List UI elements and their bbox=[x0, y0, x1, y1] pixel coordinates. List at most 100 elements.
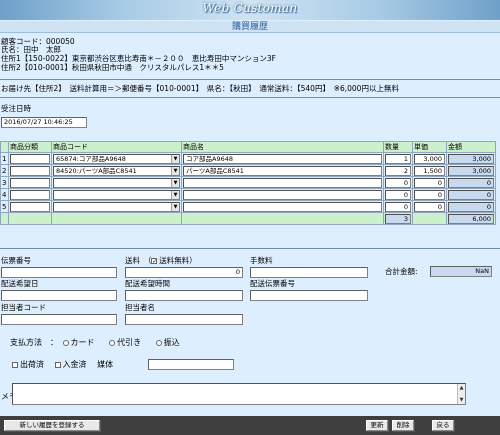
header-category: 商品分類 bbox=[8, 141, 52, 153]
table-row: 4 ▼ 0 0 0 bbox=[0, 188, 496, 201]
product-name-input[interactable] bbox=[183, 201, 382, 212]
chevron-down-icon[interactable]: ▼ bbox=[171, 202, 179, 211]
staff-code-input[interactable] bbox=[1, 314, 117, 325]
memo-scrollbar[interactable]: ▲ ▼ bbox=[457, 384, 465, 404]
slip-no-label: 伝票番号 bbox=[1, 256, 31, 265]
staff-code-label: 担当者コード bbox=[1, 303, 46, 312]
header-code: 商品コード bbox=[51, 141, 182, 153]
table-totals-row: 3 6,000 bbox=[0, 212, 496, 225]
divider bbox=[0, 248, 500, 249]
category-input[interactable] bbox=[10, 201, 50, 212]
memo-textarea[interactable]: ▲ ▼ bbox=[12, 383, 466, 405]
customer-name: 氏名：田中 太郎 bbox=[1, 45, 61, 54]
delivery-info: お届け先【住所2】 送料計算用＝＞郵便番号【010-0001】 県名：【秋田】 … bbox=[1, 84, 399, 93]
page-title-bar: 購買履歴 bbox=[0, 21, 500, 33]
header-name: 商品名 bbox=[181, 141, 384, 153]
shipping-label: 送料 （✓ 送料無料） bbox=[125, 256, 197, 265]
amount-value: 3,000 bbox=[448, 165, 494, 176]
header-price: 単価 bbox=[412, 141, 447, 153]
product-table: 商品分類 商品コード 商品名 数量 単価 金額 1 65874:コア部品A964… bbox=[0, 141, 496, 225]
shipping-input[interactable]: 0 bbox=[125, 267, 243, 278]
category-input[interactable] bbox=[10, 165, 50, 176]
payment-transfer-radio[interactable] bbox=[155, 339, 162, 346]
customer-address-2: 住所2【010-0001】秋田県秋田市中通 クリスタルパレス1＊＊5 bbox=[1, 63, 224, 72]
product-code-select[interactable]: 84520:パーツA部品C8541 ▼ bbox=[53, 165, 180, 176]
app-banner: Web Customan bbox=[0, 0, 500, 20]
table-header: 商品分類 商品コード 商品名 数量 単価 金額 bbox=[0, 141, 496, 153]
app-title: Web Customan bbox=[202, 1, 298, 15]
page-title: 購買履歴 bbox=[231, 22, 268, 32]
total-qty: 3 bbox=[385, 213, 411, 224]
fee-label: 手数料 bbox=[250, 256, 273, 265]
desired-date-label: 配送希望日 bbox=[1, 279, 39, 288]
table-row: 5 ▼ 0 0 0 bbox=[0, 200, 496, 213]
desired-time-label: 配送希望時間 bbox=[125, 279, 170, 288]
total-label: 合計金額: bbox=[385, 267, 418, 276]
shipped-checkbox[interactable] bbox=[12, 361, 18, 368]
table-row: 1 65874:コア部品A9648 ▼ コア部品A9648 1 3,000 3,0… bbox=[0, 152, 496, 165]
register-new-button[interactable]: 新しい履歴を登録する bbox=[4, 420, 100, 431]
price-input[interactable]: 0 bbox=[414, 201, 445, 212]
payment-card-radio[interactable] bbox=[62, 339, 69, 346]
qty-input[interactable]: 0 bbox=[385, 177, 411, 188]
slip-no-input[interactable] bbox=[1, 267, 117, 278]
product-name-input[interactable]: パーツA部品C8541 bbox=[183, 165, 382, 176]
table-row: 2 84520:パーツA部品C8541 ▼ パーツA部品C8541 2 1,500… bbox=[0, 164, 496, 177]
amount-value: 3,000 bbox=[448, 153, 494, 164]
payment-label: 支払方法 ： bbox=[10, 338, 58, 347]
desired-time-input[interactable] bbox=[125, 290, 243, 301]
delivery-slip-input[interactable] bbox=[250, 290, 368, 301]
price-input[interactable]: 3,000 bbox=[414, 153, 445, 164]
customer-address-1: 住所1【150-0022】東京都渋谷区恵比寿南＊－２００ 恵比寿田中マンション3… bbox=[1, 54, 276, 63]
price-input[interactable]: 0 bbox=[414, 177, 445, 188]
header-amount: 金額 bbox=[446, 141, 496, 153]
price-input[interactable]: 0 bbox=[414, 189, 445, 200]
category-input[interactable] bbox=[10, 189, 50, 200]
product-code-select[interactable]: 65874:コア部品A9648 ▼ bbox=[53, 153, 180, 164]
category-input[interactable] bbox=[10, 177, 50, 188]
amount-value: 0 bbox=[448, 201, 494, 212]
amount-value: 0 bbox=[448, 177, 494, 188]
desired-date-input[interactable] bbox=[1, 290, 117, 301]
price-input[interactable]: 1,500 bbox=[414, 165, 445, 176]
qty-input[interactable]: 1 bbox=[385, 153, 411, 164]
qty-input[interactable]: 2 bbox=[385, 165, 411, 176]
qty-input[interactable]: 0 bbox=[385, 189, 411, 200]
product-code-select[interactable]: ▼ bbox=[53, 177, 180, 188]
back-button[interactable]: 戻る bbox=[432, 420, 454, 431]
divider bbox=[0, 97, 500, 98]
order-date-input[interactable]: 2016/07/27 10:46:25 bbox=[1, 117, 87, 128]
divider bbox=[0, 79, 500, 80]
table-row: 3 ▼ 0 0 0 bbox=[0, 176, 496, 189]
staff-name-label: 担当者名 bbox=[125, 303, 155, 312]
scroll-down-icon[interactable]: ▼ bbox=[458, 396, 465, 404]
product-name-input[interactable]: コア部品A9648 bbox=[183, 153, 382, 164]
chevron-down-icon[interactable]: ▼ bbox=[171, 190, 179, 199]
product-code-select[interactable]: ▼ bbox=[53, 189, 180, 200]
product-name-input[interactable] bbox=[183, 189, 382, 200]
total-amount: 6,000 bbox=[448, 213, 494, 224]
chevron-down-icon[interactable]: ▼ bbox=[171, 178, 179, 187]
scroll-up-icon[interactable]: ▲ bbox=[458, 384, 465, 392]
chevron-down-icon[interactable]: ▼ bbox=[171, 166, 179, 175]
update-button[interactable]: 更新 bbox=[366, 420, 388, 431]
payment-cod-radio[interactable] bbox=[109, 339, 116, 346]
amount-value: 0 bbox=[448, 189, 494, 200]
total-value: NaN bbox=[430, 266, 492, 277]
payment-method: 支払方法 ： カード 代引き 振込 bbox=[10, 338, 180, 347]
shipping-free-checkbox[interactable]: ✓ bbox=[151, 258, 157, 265]
order-date-label: 受注日時 bbox=[1, 104, 31, 113]
delete-button[interactable]: 削除 bbox=[392, 420, 414, 431]
status-row: 出荷済 入金済 媒体 bbox=[12, 361, 113, 369]
header-qty: 数量 bbox=[383, 141, 413, 153]
product-name-input[interactable] bbox=[183, 177, 382, 188]
product-code-select[interactable]: ▼ bbox=[53, 201, 180, 212]
fee-input[interactable] bbox=[250, 267, 368, 278]
staff-name-input[interactable] bbox=[125, 314, 243, 325]
delivery-slip-label: 配送伝票番号 bbox=[250, 279, 295, 288]
qty-input[interactable]: 0 bbox=[385, 201, 411, 212]
paid-checkbox[interactable] bbox=[54, 361, 61, 368]
category-input[interactable] bbox=[10, 153, 50, 164]
chevron-down-icon[interactable]: ▼ bbox=[171, 154, 179, 163]
media-input[interactable] bbox=[148, 359, 234, 370]
